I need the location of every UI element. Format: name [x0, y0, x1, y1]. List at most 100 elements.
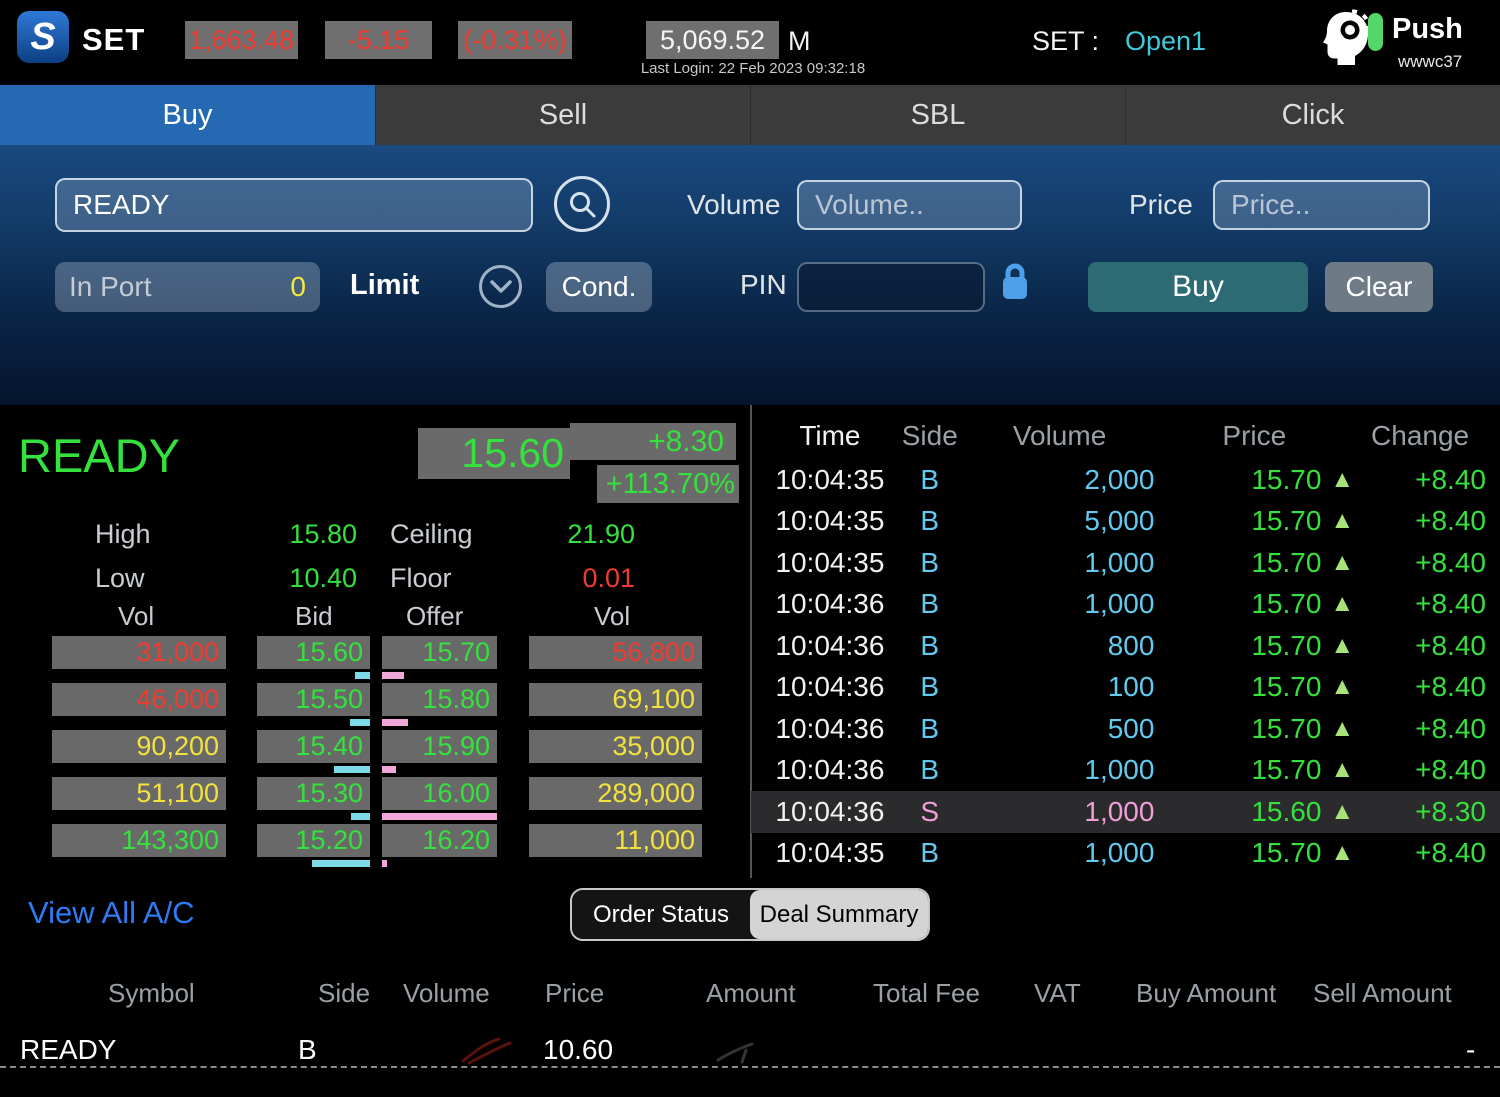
- up-triangle-icon: ▲: [1330, 797, 1355, 825]
- trade-price: 15.70: [1251, 463, 1322, 495]
- tab-sbl[interactable]: SBL: [750, 85, 1125, 145]
- username: wwwc37: [1398, 52, 1463, 71]
- trade-row[interactable]: 10:04:35 B 1,000 15.70 ▲ +8.40: [751, 833, 1500, 875]
- amount-header: Amount: [706, 978, 796, 1008]
- bid-price-cell[interactable]: 15.50: [257, 683, 370, 716]
- symbol-input[interactable]: [55, 178, 533, 232]
- market-status: Open1: [1125, 26, 1207, 56]
- trade-change: +8.30: [1415, 795, 1486, 827]
- bid-price-cell[interactable]: 15.60: [257, 636, 370, 669]
- trade-volume: 500: [1107, 712, 1155, 744]
- offer-price-cell[interactable]: 15.90: [382, 730, 497, 763]
- trade-time: 10:04:36: [775, 754, 885, 786]
- bid-volume-cell[interactable]: 90,200: [52, 730, 226, 763]
- price-header: Price: [545, 978, 605, 1008]
- index-value: 1,663.48: [185, 21, 298, 59]
- offer-header: Offer: [406, 601, 464, 631]
- side-header: Side: [318, 978, 371, 1008]
- search-icon[interactable]: [554, 176, 610, 232]
- offer-volume-cell[interactable]: 11,000: [529, 824, 702, 857]
- order-entry-panel: Volume Price In Port 0 Limit Cond. PIN B…: [0, 145, 1500, 405]
- bid-price-cell[interactable]: 15.30: [257, 777, 370, 810]
- bid-price-cell[interactable]: 15.20: [257, 824, 370, 857]
- offer-price-cell[interactable]: 16.00: [382, 777, 497, 810]
- trade-row[interactable]: 10:04:36 B 1,000 15.70 ▲ +8.40: [751, 584, 1500, 626]
- offer-price-cell[interactable]: 15.80: [382, 683, 497, 716]
- trade-side: B: [920, 505, 940, 537]
- trade-change: +8.40: [1415, 754, 1486, 786]
- offer-volume-cell[interactable]: 69,100: [529, 683, 702, 716]
- condition-button[interactable]: Cond.: [546, 262, 652, 312]
- price-label: Price: [1129, 189, 1193, 220]
- market-turnover: 5,069.52: [646, 21, 779, 59]
- trade-change: +8.40: [1415, 505, 1486, 537]
- offer-volume-cell[interactable]: 289,000: [529, 777, 702, 810]
- trade-time: 10:04:36: [775, 795, 885, 827]
- offer-volume-bar: [382, 672, 404, 679]
- offer-volume-cell[interactable]: 35,000: [529, 730, 702, 763]
- order-type-label: Limit: [350, 269, 420, 301]
- main-tabs: Buy Sell SBL Click: [0, 85, 1500, 145]
- top-bar: S SET 1,663.48 -5.15 (-0.31%) 5,069.52 M…: [0, 0, 1500, 85]
- offer-volume-cell[interactable]: 56,800: [529, 636, 702, 669]
- trade-change: +8.40: [1415, 712, 1486, 744]
- app-logo: S: [17, 11, 69, 63]
- trade-row[interactable]: 10:04:36 B 500 15.70 ▲ +8.40: [751, 708, 1500, 750]
- in-port-field[interactable]: In Port 0: [55, 262, 320, 312]
- trade-change: +8.40: [1415, 671, 1486, 703]
- bid-volume-cell[interactable]: 46,000: [52, 683, 226, 716]
- high-value: 15.80: [289, 519, 357, 549]
- trade-row[interactable]: 10:04:36 B 1,000 15.70 ▲ +8.40: [751, 750, 1500, 792]
- trade-price: 15.70: [1251, 505, 1322, 537]
- trade-volume: 1,000: [1084, 837, 1155, 869]
- trade-time: 10:04:35: [775, 837, 885, 869]
- trade-price: 15.70: [1251, 546, 1322, 578]
- buy-button[interactable]: Buy: [1088, 262, 1308, 312]
- clear-button[interactable]: Clear: [1325, 262, 1433, 312]
- floor-label: Floor: [390, 563, 452, 593]
- trade-row[interactable]: 10:04:35 B 5,000 15.70 ▲ +8.40: [751, 501, 1500, 543]
- trade-time: 10:04:35: [775, 463, 885, 495]
- volume-header: Volume: [403, 978, 490, 1008]
- offer-price-cell[interactable]: 16.20: [382, 824, 497, 857]
- push-status-icon[interactable]: [1368, 13, 1383, 51]
- price-change: +8.30: [570, 423, 736, 460]
- tab-sell[interactable]: Sell: [375, 85, 750, 145]
- offer-price-cell[interactable]: 15.70: [382, 636, 497, 669]
- tab-buy[interactable]: Buy: [0, 85, 375, 145]
- trade-row[interactable]: 10:04:36 B 100 15.70 ▲ +8.40: [751, 667, 1500, 709]
- chevron-down-icon[interactable]: [479, 265, 522, 308]
- tab-click[interactable]: Click: [1125, 85, 1500, 145]
- deal-symbol: READY: [20, 1034, 117, 1065]
- trade-ticker-panel: Time Side Volume Price Change 10:04:35 B…: [751, 405, 1500, 880]
- trade-row-selected[interactable]: 10:04:36 S 1,000 15.60 ▲ +8.30: [751, 791, 1500, 833]
- up-triangle-icon: ▲: [1330, 507, 1355, 535]
- buy-amount-header: Buy Amount: [1136, 978, 1277, 1008]
- up-triangle-icon: ▲: [1330, 590, 1355, 618]
- trade-row[interactable]: 10:04:35 B 2,000 15.70 ▲ +8.40: [751, 459, 1500, 501]
- settings-head-icon[interactable]: [1318, 6, 1374, 66]
- trade-time: 10:04:36: [775, 588, 885, 620]
- deal-sell-amount: -: [1466, 1034, 1476, 1065]
- bid-volume-cell[interactable]: 143,300: [52, 824, 226, 857]
- lock-icon[interactable]: [1001, 263, 1029, 301]
- push-label: Push: [1392, 13, 1463, 45]
- trade-price: 15.60: [1251, 795, 1322, 827]
- view-all-accounts-link[interactable]: View All A/C: [28, 895, 195, 931]
- trade-volume: 2,000: [1084, 463, 1155, 495]
- in-port-label: In Port: [69, 271, 152, 302]
- price-header: Price: [1222, 420, 1287, 451]
- price-input[interactable]: [1213, 180, 1430, 230]
- segment-order-status[interactable]: Order Status: [572, 890, 750, 939]
- trade-price: 15.70: [1251, 629, 1322, 661]
- trade-row[interactable]: 10:04:35 B 1,000 15.70 ▲ +8.40: [751, 542, 1500, 584]
- pin-input[interactable]: [797, 262, 985, 312]
- bid-volume-cell[interactable]: 51,100: [52, 777, 226, 810]
- trade-row[interactable]: 10:04:36 B 800 15.70 ▲ +8.40: [751, 625, 1500, 667]
- redaction-mark: [455, 1033, 525, 1067]
- bid-price-cell[interactable]: 15.40: [257, 730, 370, 763]
- volume-input[interactable]: [797, 180, 1022, 230]
- segment-deal-summary[interactable]: Deal Summary: [750, 890, 928, 939]
- redaction-mark: [712, 1036, 772, 1066]
- bid-volume-cell[interactable]: 31,000: [52, 636, 226, 669]
